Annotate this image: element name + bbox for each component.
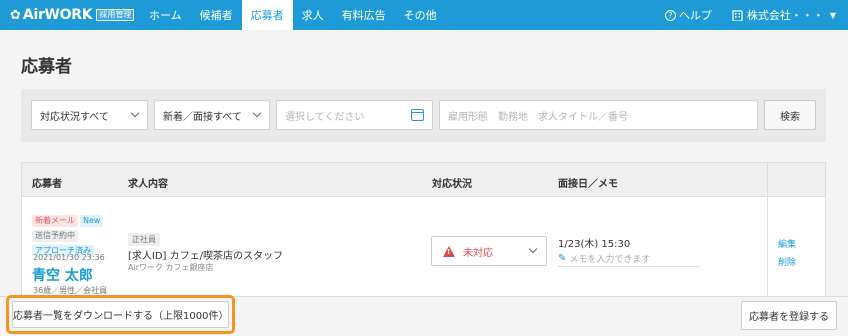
col-status: 対応状況 bbox=[432, 179, 472, 190]
applied-date: 2021/01/30 23:36 bbox=[33, 253, 105, 262]
delete-link[interactable]: 削除 bbox=[778, 255, 796, 268]
status-filter-select[interactable]: 対応状況すべて bbox=[31, 100, 148, 130]
logo-badge: 採用管理 bbox=[96, 9, 135, 21]
chevron-down-icon: ▼ bbox=[829, 10, 836, 20]
company-menu[interactable]: 株式会社・・・ ▼ bbox=[732, 7, 836, 23]
chevron-down-icon bbox=[252, 108, 262, 118]
memo-input[interactable]: ✎ メモを入力できます bbox=[558, 250, 700, 267]
applicants-table: 応募者 求人内容 対応状況 面接日／メモ bbox=[21, 162, 826, 302]
logo-icon: ✿ bbox=[10, 7, 21, 23]
memo-placeholder: メモを入力できます bbox=[569, 254, 651, 265]
nav-item-candidates[interactable]: 候補者 bbox=[191, 0, 242, 30]
chevron-down-icon bbox=[130, 108, 140, 118]
date-input[interactable]: 選択してください bbox=[276, 100, 433, 130]
calendar-icon[interactable] bbox=[411, 109, 424, 121]
col-applicant: 応募者 bbox=[32, 179, 62, 190]
help-icon: ? bbox=[664, 9, 676, 21]
type-filter-value: 新着／面接すべて bbox=[163, 111, 242, 123]
logo[interactable]: ✿ AirWORK 採用管理 bbox=[0, 7, 140, 23]
job-type-badge: 正社員 bbox=[128, 233, 160, 246]
header-right: ? ヘルプ 株式会社・・・ ▼ bbox=[664, 0, 848, 30]
help-link[interactable]: ? ヘルプ bbox=[664, 7, 712, 23]
nav-item-home[interactable]: ホーム bbox=[140, 0, 191, 30]
new-badge: New bbox=[80, 215, 104, 227]
main-nav: ホーム 候補者 応募者 求人 有料広告 その他 bbox=[140, 0, 446, 30]
help-label: ヘルプ bbox=[678, 9, 712, 22]
chevron-down-icon bbox=[528, 244, 538, 254]
edit-link[interactable]: 編集 bbox=[778, 237, 796, 250]
warning-icon bbox=[443, 245, 455, 257]
search-button[interactable]: 検索 bbox=[764, 100, 816, 130]
pencil-icon: ✎ bbox=[558, 252, 567, 264]
nav-item-applicants[interactable]: 応募者 bbox=[241, 0, 293, 30]
table-header: 応募者 求人内容 対応状況 面接日／メモ bbox=[22, 163, 825, 197]
nav-item-other[interactable]: その他 bbox=[395, 0, 446, 30]
keyword-placeholder: 雇用形態 勤務地 求人タイトル／番号 bbox=[448, 111, 628, 123]
top-header: ✿ AirWORK 採用管理 ホーム 候補者 応募者 求人 有料広告 その他 ?… bbox=[0, 0, 848, 30]
col-job: 求人内容 bbox=[128, 179, 168, 190]
download-button[interactable]: 応募者一覧をダウンロードする（上限1000件） bbox=[12, 301, 229, 328]
status-select[interactable]: 未対応 bbox=[431, 236, 547, 266]
col-interview: 面接日／メモ bbox=[558, 179, 618, 190]
nav-item-paid-ads[interactable]: 有料広告 bbox=[333, 0, 395, 30]
register-applicant-button[interactable]: 応募者を登録する bbox=[741, 301, 837, 330]
job-title[interactable]: [求人ID] カフェ/喫茶店のスタッフ bbox=[128, 247, 283, 262]
building-icon bbox=[732, 9, 743, 21]
job-location: Airワーク カフェ銀座店 bbox=[128, 263, 214, 272]
page-title: 応募者 bbox=[21, 57, 72, 77]
interview-date: 1/23(木) 15:30 bbox=[558, 239, 631, 250]
status-value: 未対応 bbox=[463, 247, 493, 259]
keyword-input[interactable]: 雇用形態 勤務地 求人タイトル／番号 bbox=[439, 100, 758, 130]
date-placeholder: 選択してください bbox=[285, 111, 365, 123]
applicant-name[interactable]: 青空 太郎 bbox=[32, 265, 93, 285]
nav-item-jobs[interactable]: 求人 bbox=[293, 0, 333, 30]
filter-panel: 対応状況すべて 新着／面接すべて 選択してください 雇用形態 勤務地 求人タイト… bbox=[21, 89, 826, 142]
logo-text: AirWORK bbox=[22, 7, 93, 23]
column-divider bbox=[767, 163, 768, 301]
company-label: 株式会社・・・ bbox=[746, 9, 824, 22]
status-filter-value: 対応状況すべて bbox=[40, 111, 109, 123]
type-filter-select[interactable]: 新着／面接すべて bbox=[154, 100, 270, 130]
